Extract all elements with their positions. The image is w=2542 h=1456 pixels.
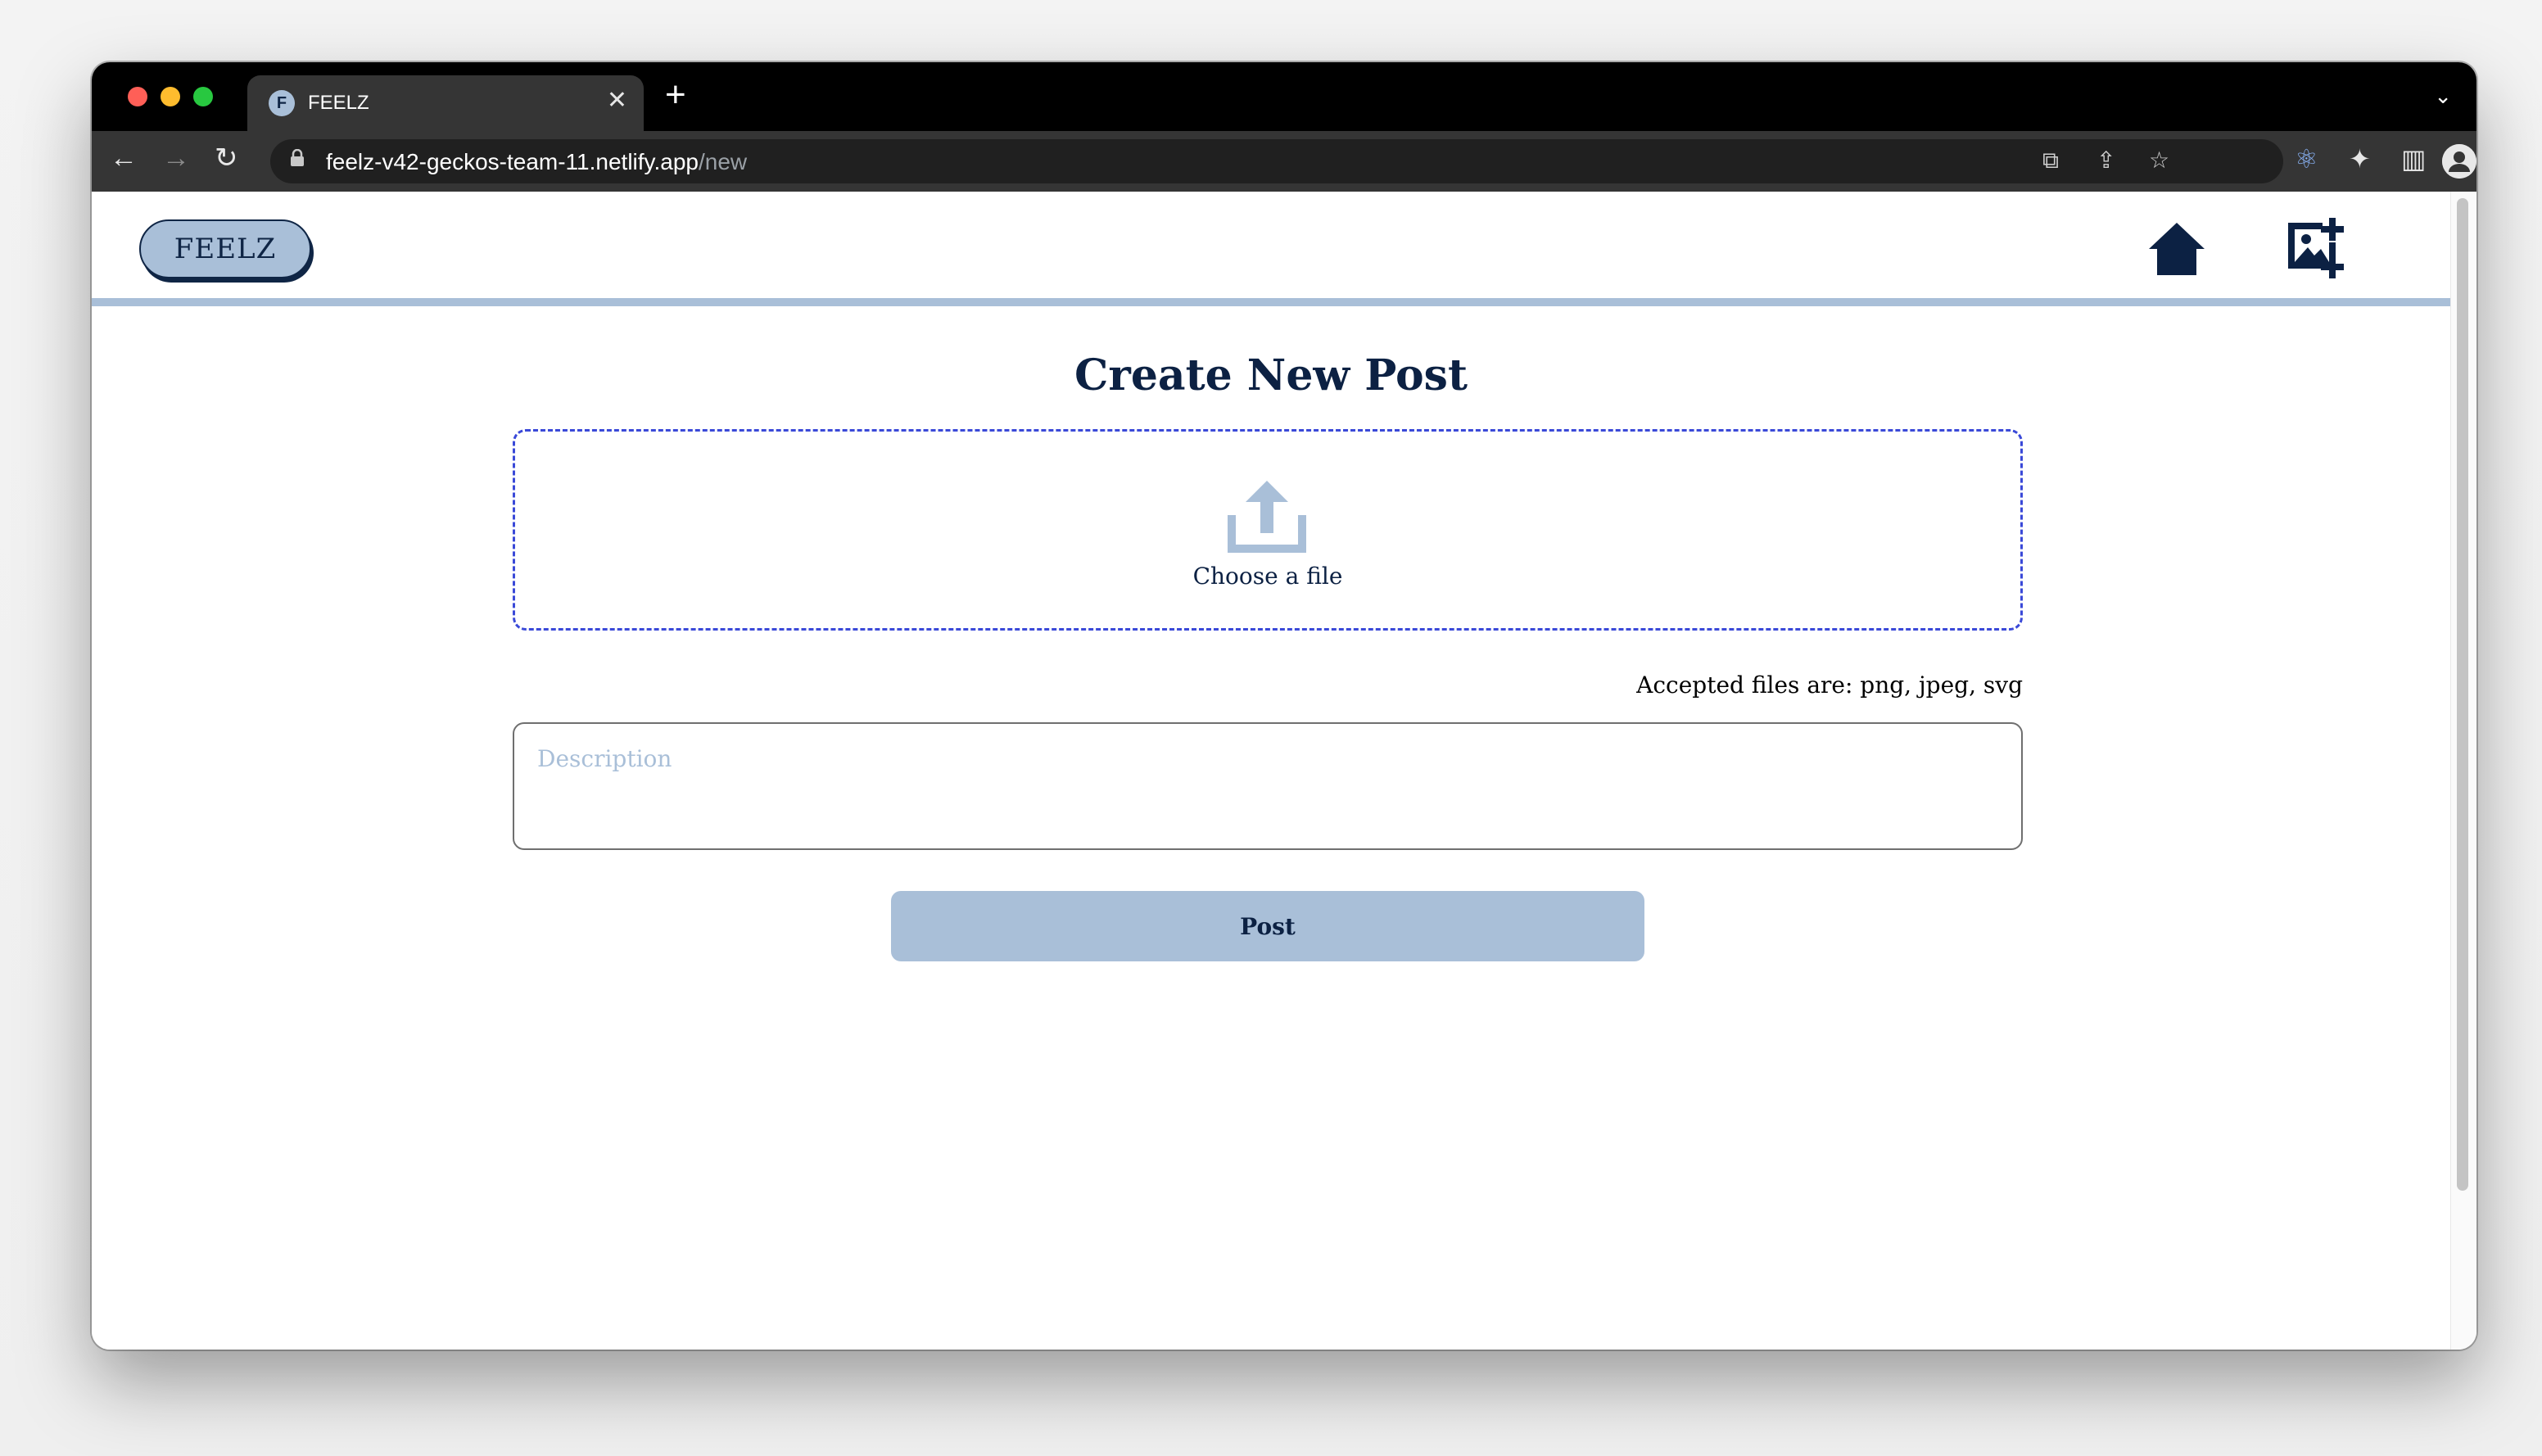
- share-icon[interactable]: ⇪: [2096, 149, 2115, 172]
- minimize-window-button[interactable]: [161, 87, 180, 106]
- profile-avatar-icon[interactable]: [2442, 144, 2476, 179]
- reload-button[interactable]: ↻: [215, 144, 238, 172]
- back-button[interactable]: ←: [110, 144, 138, 172]
- create-post-form: Create New Post Choose a file Accepted f…: [92, 314, 2450, 1350]
- home-link[interactable]: [2144, 216, 2210, 282]
- app-header: FEELZ: [92, 192, 2450, 306]
- scrollbar-thumb[interactable]: [2457, 198, 2468, 1191]
- add-image-icon: [2288, 218, 2344, 278]
- address-bar[interactable]: feelz-v42-geckos-team-11.netlify.app/new…: [270, 139, 2283, 183]
- tab-bar: F FEELZ ✕ + ⌄: [92, 62, 2476, 131]
- home-icon: [2149, 223, 2205, 275]
- file-dropzone[interactable]: Choose a file: [513, 429, 2023, 631]
- browser-window: F FEELZ ✕ + ⌄ ← → ↻ feelz-v42-geckos-tea…: [92, 62, 2476, 1350]
- accepted-files-hint: Accepted files are: png, jpeg, svg: [1636, 671, 2023, 699]
- bookmark-star-icon[interactable]: ☆: [2149, 149, 2169, 172]
- url-text[interactable]: feelz-v42-geckos-team-11.netlify.app/new: [326, 149, 747, 175]
- new-tab-button[interactable]: +: [665, 77, 686, 113]
- react-devtools-icon[interactable]: ⚛: [2295, 146, 2318, 172]
- upload-icon: [1228, 481, 1306, 553]
- new-post-link[interactable]: [2282, 215, 2347, 280]
- translate-icon[interactable]: ⧉: [2042, 149, 2059, 172]
- page-viewport: FEELZ Create New Post Choose a file Acce…: [92, 192, 2476, 1350]
- close-window-button[interactable]: [128, 87, 147, 106]
- description-field[interactable]: [513, 722, 2023, 850]
- avatar-shape: [2442, 144, 2476, 179]
- maximize-window-button[interactable]: [193, 87, 213, 106]
- lock-icon-shape: [291, 148, 304, 166]
- browser-tab[interactable]: F FEELZ ✕: [247, 75, 644, 131]
- post-button[interactable]: Post: [891, 891, 1644, 961]
- tab-search-icon[interactable]: ⌄: [2434, 84, 2452, 109]
- url-path: /new: [698, 149, 748, 174]
- favicon-icon: F: [269, 90, 295, 116]
- lock-icon[interactable]: [290, 148, 305, 173]
- close-tab-icon[interactable]: ✕: [607, 88, 627, 113]
- feelz-logo-button[interactable]: FEELZ: [139, 219, 311, 278]
- extensions-puzzle-icon[interactable]: ✦: [2349, 146, 2371, 172]
- forward-button[interactable]: →: [162, 144, 190, 172]
- browser-toolbar: ← → ↻ feelz-v42-geckos-team-11.netlify.a…: [92, 131, 2476, 192]
- side-panel-icon[interactable]: ▥: [2401, 146, 2426, 172]
- url-host: feelz-v42-geckos-team-11.netlify.app: [326, 149, 699, 174]
- tab-title: FEELZ: [308, 92, 369, 114]
- page-title: Create New Post: [1074, 350, 1468, 400]
- choose-file-label[interactable]: Choose a file: [515, 563, 2020, 590]
